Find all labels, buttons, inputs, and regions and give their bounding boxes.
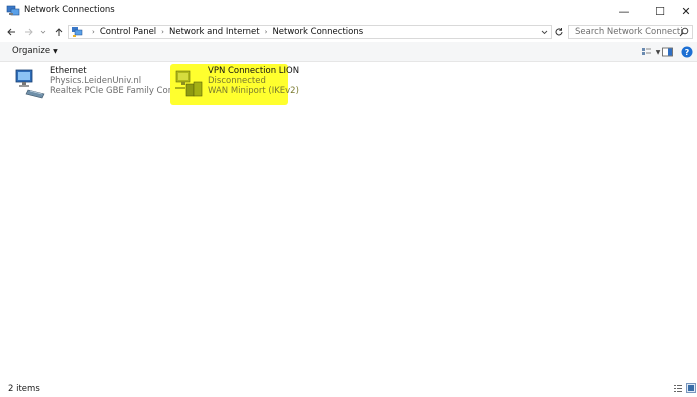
search-input[interactable] [575, 26, 683, 38]
address-bar-row: › Control Panel › Network and Internet ›… [0, 22, 697, 42]
breadcrumb-separator-icon[interactable]: › [265, 28, 268, 36]
up-arrow-icon [55, 28, 63, 36]
search-icon[interactable] [679, 27, 689, 37]
recent-locations-button[interactable] [36, 25, 50, 39]
caret-down-icon: ▼ [655, 48, 661, 56]
breadcrumb: › Control Panel › Network and Internet ›… [87, 27, 363, 37]
breadcrumb-network-connections[interactable]: Network Connections [272, 27, 363, 37]
title-bar: Network Connections — ☐ ✕ [0, 0, 697, 22]
control-panel-icon [72, 27, 83, 37]
large-icons-view-icon[interactable] [686, 383, 696, 393]
list-item-vpn-connection[interactable]: VPN Connection LION Disconnected WAN Min… [170, 64, 299, 105]
preview-pane-icon [661, 47, 673, 57]
list-item-ethernet[interactable]: Ethernet Physics.LeidenUniv.nl Realtek P… [12, 66, 198, 104]
forward-arrow-icon [25, 28, 33, 36]
help-button[interactable]: ? [680, 45, 694, 59]
preview-pane-button[interactable] [661, 45, 673, 59]
help-icon: ? [681, 46, 693, 58]
close-icon: ✕ [681, 4, 691, 18]
breadcrumb-network-and-internet[interactable]: Network and Internet [169, 27, 260, 37]
window-title: Network Connections [24, 5, 115, 15]
command-bar: Organize ▼ ▼ ? [0, 42, 697, 62]
search-box[interactable] [568, 25, 693, 39]
organize-label: Organize [12, 46, 51, 56]
back-button[interactable] [4, 25, 18, 39]
address-dropdown-button[interactable] [538, 25, 550, 39]
svg-text:?: ? [685, 48, 690, 57]
forward-button[interactable] [22, 25, 36, 39]
address-bar[interactable]: › Control Panel › Network and Internet ›… [68, 25, 552, 39]
item-text: VPN Connection LION Disconnected WAN Min… [208, 66, 299, 96]
breadcrumb-separator-icon[interactable]: › [161, 28, 164, 36]
breadcrumb-control-panel[interactable]: Control Panel [100, 27, 156, 37]
recent-locations-icon [40, 30, 46, 34]
change-view-button[interactable] [640, 45, 652, 59]
item-device: WAN Miniport (IKEv2) [208, 86, 299, 96]
connections-list: Ethernet Physics.LeidenUniv.nl Realtek P… [0, 62, 697, 380]
view-options-icon [641, 47, 651, 55]
minimize-icon: — [618, 4, 630, 18]
close-button[interactable]: ✕ [672, 0, 697, 22]
details-view-icon[interactable] [673, 383, 683, 393]
item-status: Disconnected [208, 76, 266, 86]
item-name: VPN Connection LION [208, 66, 300, 76]
network-connections-icon [6, 5, 20, 16]
status-bar: 2 items [0, 380, 697, 397]
maximize-icon: ☐ [655, 4, 665, 18]
refresh-icon [555, 28, 563, 36]
maximize-button[interactable]: ☐ [646, 0, 674, 22]
minimize-button[interactable]: — [610, 0, 638, 22]
vpn-adapter-icon [175, 70, 203, 97]
refresh-button[interactable] [553, 25, 565, 39]
ethernet-adapter-icon [15, 69, 45, 99]
caret-down-icon: ▼ [53, 47, 58, 55]
chevron-down-icon [541, 30, 547, 34]
item-count: 2 items [8, 384, 40, 394]
back-arrow-icon [7, 28, 15, 36]
up-button[interactable] [52, 25, 66, 39]
organize-button[interactable]: Organize ▼ [12, 46, 58, 56]
breadcrumb-separator-icon[interactable]: › [92, 28, 95, 36]
